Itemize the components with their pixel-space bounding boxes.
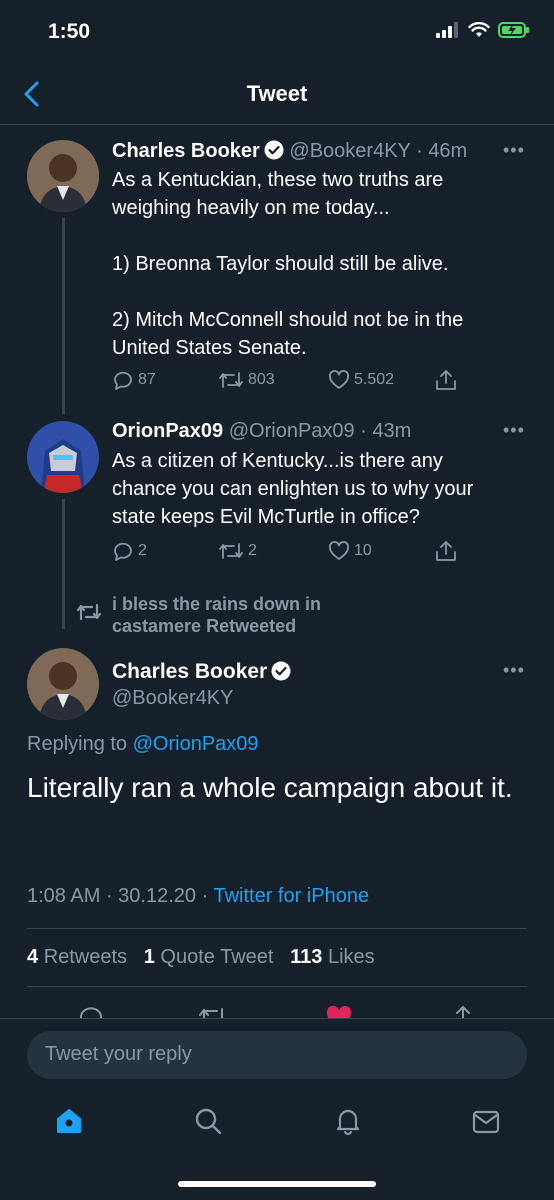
retweet-icon — [76, 603, 102, 621]
retweet-button[interactable]: 2 — [218, 540, 257, 562]
likes-label: Likes — [327, 946, 375, 968]
status-icons — [436, 22, 530, 38]
notifications-bell-icon[interactable] — [333, 1106, 363, 1136]
tweet-timestamp: 1:08 AM — [27, 885, 101, 907]
tweet-meta: 1:08 AM · 30.12.20 · Twitter for iPhone — [27, 885, 369, 908]
status-time: 1:50 — [48, 20, 91, 43]
messages-mail-icon[interactable] — [471, 1108, 501, 1136]
like-count: 5.502 — [354, 371, 395, 388]
avatar[interactable] — [27, 421, 99, 493]
retweeted-by-note[interactable]: i bless the rains down in castamere Retw… — [112, 593, 321, 637]
tweet-time[interactable]: 46m — [428, 140, 467, 162]
verified-icon — [264, 140, 284, 160]
reply-icon[interactable] — [78, 1004, 104, 1018]
replying-to-label: Replying to — [27, 733, 128, 755]
retweets-label: Retweets — [43, 946, 128, 968]
retweets-stat[interactable]: 4 Retweets — [27, 946, 127, 968]
share-icon[interactable] — [434, 369, 458, 391]
tweet-date: 30.12.20 — [118, 885, 197, 907]
reply-button[interactable]: 2 — [112, 540, 147, 562]
reply-button[interactable]: 87 — [112, 369, 156, 391]
author-name[interactable]: OrionPax09 — [112, 420, 223, 442]
replying-to-handle[interactable]: @OrionPax09 — [133, 733, 259, 755]
retweets-count: 4 — [27, 946, 39, 968]
reply-count: 2 — [138, 542, 147, 559]
separator-dot: · — [196, 885, 214, 907]
retweet-icon — [219, 372, 243, 388]
retweet-button[interactable]: 803 — [218, 369, 275, 391]
like-button[interactable]: 5.502 — [328, 369, 394, 391]
more-options-icon[interactable]: ••• — [503, 140, 525, 161]
page-title: Tweet — [246, 81, 308, 106]
retweeted-by-line2: castamere Retweeted — [112, 616, 297, 636]
likes-count: 113 — [290, 946, 323, 968]
retweeted-by-line1: i bless the rains down in — [112, 594, 322, 614]
liked-heart-icon[interactable] — [325, 1004, 353, 1018]
tweet-text: As a Kentuckian, these two truths are we… — [112, 169, 464, 359]
battery-charging-icon — [498, 22, 529, 38]
author-handle[interactable]: @OrionPax09 — [229, 420, 355, 442]
verified-icon — [271, 661, 291, 681]
home-icon[interactable] — [54, 1106, 84, 1136]
main-tweet-text: Literally ran a whole campaign about it. — [27, 772, 513, 803]
separator-dot: · — [410, 140, 429, 162]
more-options-icon[interactable]: ••• — [503, 420, 525, 441]
engagement-counts: 4 Retweets 1 Quote Tweet 113 Likes — [27, 946, 375, 969]
quotes-count: 1 — [143, 946, 155, 968]
retweet-icon[interactable] — [198, 1004, 228, 1018]
avatar[interactable] — [27, 648, 99, 720]
tweet-actions: 87 803 5.502 — [112, 368, 532, 392]
retweet-count: 2 — [248, 542, 257, 559]
separator-dot: · — [354, 420, 373, 442]
like-button[interactable]: 10 — [328, 540, 372, 562]
header-divider — [0, 124, 554, 125]
reply-count: 87 — [138, 371, 156, 388]
tweet-header: Charles Booker @Booker4KY · 46m — [112, 140, 467, 163]
avatar[interactable] — [27, 140, 99, 212]
tweet-actions: 2 2 10 — [112, 539, 532, 563]
thread-line — [62, 499, 65, 629]
search-icon[interactable] — [193, 1106, 223, 1136]
tweet-text: As a citizen of Kentucky...is there any … — [112, 450, 474, 528]
like-count: 10 — [354, 542, 372, 559]
retweet-count: 803 — [248, 371, 275, 388]
likes-stat[interactable]: 113 Likes — [290, 946, 375, 968]
quotes-label: Quote Tweet — [160, 946, 274, 968]
reply-bar-divider — [0, 1018, 554, 1019]
reply-icon — [114, 542, 132, 561]
tweet-source[interactable]: Twitter for iPhone — [213, 885, 369, 907]
heart-icon — [329, 370, 349, 389]
retweet-icon — [219, 543, 243, 559]
heart-icon — [329, 541, 349, 560]
wifi-icon — [468, 22, 490, 37]
home-indicator[interactable] — [178, 1181, 376, 1187]
share-icon[interactable] — [434, 540, 458, 562]
author-handle[interactable]: @Booker4KY — [112, 687, 233, 710]
author-name-text: Charles Booker — [112, 660, 268, 683]
reply-icon — [114, 371, 132, 390]
replying-to: Replying to @OrionPax09 — [27, 733, 259, 756]
reply-input[interactable]: Tweet your reply — [27, 1031, 527, 1079]
share-icon[interactable] — [450, 1004, 476, 1018]
author-handle[interactable]: @Booker4KY — [289, 140, 410, 162]
author-name[interactable]: Charles Booker — [112, 660, 291, 684]
divider — [27, 928, 527, 929]
divider — [27, 986, 527, 987]
main-actions-clip — [0, 996, 554, 1018]
quotes-stat[interactable]: 1 Quote Tweet — [144, 946, 274, 968]
tweet-header: OrionPax09 @OrionPax09 · 43m — [112, 420, 411, 443]
cellular-signal-icon — [436, 22, 458, 38]
author-name[interactable]: Charles Booker — [112, 140, 260, 162]
separator-dot: · — [100, 885, 119, 907]
thread-line — [62, 218, 65, 414]
more-options-icon[interactable]: ••• — [503, 660, 525, 681]
tweet-time[interactable]: 43m — [372, 420, 411, 442]
